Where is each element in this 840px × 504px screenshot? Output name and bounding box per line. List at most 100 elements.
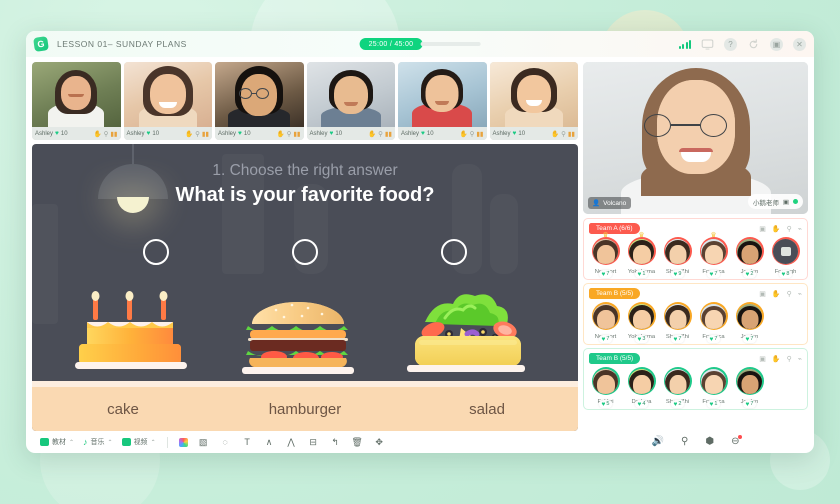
wifi-icon[interactable]: ⌁ — [798, 355, 802, 363]
team-member[interactable]: ♛ ♥7 Newport — [589, 232, 622, 278]
color-picker-icon[interactable] — [178, 437, 188, 447]
mic-icon[interactable]: ⚲ — [787, 290, 792, 298]
answer-label-cake[interactable]: cake — [32, 387, 214, 431]
student-card[interactable]: Ashley ♥ 10 ✋ ⚲ ▮▮ — [398, 62, 487, 140]
member-score: ♥ 2 — [742, 270, 757, 278]
microphone-icon[interactable]: ⚲ — [681, 436, 688, 447]
music-menu[interactable]: ♪ 音乐 ⌃ — [83, 437, 113, 447]
answer-option-hamburger[interactable] — [291, 239, 318, 265]
chart-icon[interactable]: ▮▮ — [293, 130, 300, 138]
teacher-video[interactable]: 👤 Volcano 小鹅老师 ▣ — [583, 62, 808, 214]
refresh-icon[interactable] — [747, 38, 760, 51]
mic-icon[interactable]: ⚲ — [787, 355, 792, 363]
team-member[interactable]: ♥3 Yokahama — [625, 302, 658, 343]
hand-icon[interactable]: ✋ — [93, 130, 101, 138]
student-gem-count: 10 — [335, 130, 343, 137]
mic-icon[interactable]: ⚲ — [787, 225, 792, 233]
team-member[interactable]: ♥7 Jordan — [733, 302, 766, 343]
team-member[interactable]: ♛ ♥1 Yokahama — [625, 232, 658, 278]
close-icon[interactable]: ✕ — [793, 37, 806, 51]
team-member[interactable]: ♥7 Fonseca — [697, 302, 730, 343]
screen-share-icon[interactable] — [701, 38, 714, 51]
mic-icon[interactable]: ⚲ — [561, 130, 566, 138]
answer-option-salad[interactable] — [440, 239, 467, 265]
avatar — [627, 367, 656, 395]
hand-icon[interactable]: ✋ — [772, 290, 781, 298]
hand-icon[interactable]: ✋ — [459, 130, 467, 138]
student-video — [398, 62, 487, 127]
text-icon[interactable]: T — [241, 437, 254, 447]
student-name: Ashley — [401, 130, 420, 137]
student-video — [215, 62, 304, 127]
crown-icon: ♛ — [602, 232, 609, 239]
camera-icon[interactable]: ⬢ — [705, 436, 714, 447]
signal-bars-icon — [678, 39, 691, 49]
student-card[interactable]: Ashley ♥ 10 ✋ ⚲ ▮▮ — [215, 62, 304, 140]
student-gem-count: 10 — [426, 130, 434, 137]
wifi-icon[interactable]: ⌁ — [798, 290, 802, 298]
team-member[interactable]: ♥2 Jordan — [733, 237, 766, 278]
teacher-name: Volcano — [603, 199, 627, 207]
team-tag: Team A (6/6) — [589, 223, 640, 234]
wifi-icon[interactable]: ⌁ — [798, 225, 802, 233]
screen-icon[interactable]: ▣ — [759, 290, 766, 298]
speaker-icon[interactable]: 🔊 — [652, 436, 664, 447]
mic-icon[interactable]: ⚲ — [287, 130, 292, 138]
mic-icon[interactable]: ⚲ — [195, 130, 200, 138]
chart-icon[interactable]: ▮▮ — [202, 130, 209, 138]
team-member[interactable]: ♥9 Shen Zhi — [661, 237, 694, 278]
move-icon[interactable]: ✥ — [373, 437, 386, 448]
student-card[interactable]: Ashley ♥ 10 ✋ ⚲ ▮▮ — [32, 62, 121, 140]
student-card[interactable]: Ashley ♥ 10 ✋ ⚲ ▮▮ — [489, 62, 578, 140]
answer-label-salad[interactable]: salad — [396, 387, 578, 431]
chart-icon[interactable]: ▮▮ — [568, 130, 575, 138]
screen-icon[interactable]: ▣ — [759, 225, 766, 233]
team-member[interactable]: ♥7 Newport — [589, 302, 622, 343]
team-member[interactable]: ♥7 Shen Zhi — [661, 302, 694, 343]
rectangle-icon[interactable]: ⊟ — [307, 437, 320, 448]
hand-icon[interactable]: ✋ — [772, 225, 781, 233]
mic-icon[interactable]: ⚲ — [378, 130, 383, 138]
undo-icon[interactable]: ↰ — [329, 437, 342, 448]
hand-icon[interactable]: ✋ — [276, 130, 284, 138]
minimize-icon[interactable]: ▣ — [770, 37, 783, 51]
screen-icon[interactable]: ▣ — [759, 355, 766, 363]
chat-icon[interactable]: ⊖ — [731, 434, 743, 447]
team-header: Team B (5/5) ▣ ✋ ⚲ ⌁ — [589, 288, 802, 299]
shape-icon[interactable]: ◌ — [219, 437, 232, 447]
team-member[interactable]: ♥2 Shen Zhi — [661, 367, 694, 408]
chart-icon[interactable]: ▮▮ — [385, 130, 392, 138]
eraser-icon[interactable]: ▧ — [197, 437, 210, 448]
student-card[interactable]: Ashley ♥ 10 ✋ ⚲ ▮▮ — [123, 62, 212, 140]
answer-option-cake[interactable] — [143, 239, 170, 265]
delete-icon[interactable]: 🗑 — [351, 437, 364, 448]
team-member[interactable]: ♥1 Fonseca — [697, 367, 730, 408]
highlighter-icon[interactable]: ⋀ — [285, 437, 298, 448]
hand-icon[interactable]: ✋ — [551, 130, 559, 138]
mic-muted-icon[interactable]: ⚲ — [104, 130, 109, 138]
hand-icon[interactable]: ✋ — [772, 355, 781, 363]
team-member[interactable]: ♥7 Jordan — [733, 367, 766, 408]
video-label: 视频 — [133, 439, 148, 446]
mic-icon[interactable]: ⚲ — [470, 130, 475, 138]
video-icon — [121, 438, 131, 446]
help-icon[interactable]: ? — [724, 37, 737, 51]
student-card[interactable]: Ashley ♥ 10 ✋ ⚲ ▮▮ — [306, 62, 395, 140]
answer-label-hamburger[interactable]: hamburger — [214, 387, 396, 431]
team-member[interactable]: ♥4 Dedova — [625, 367, 658, 408]
team-count: (5/5) — [619, 290, 634, 297]
video-menu[interactable]: 视频 ⌃ — [121, 437, 156, 447]
hand-icon[interactable]: ✋ — [368, 130, 376, 138]
team-member[interactable]: ♥8 Forough — [769, 237, 802, 278]
avatar — [663, 302, 692, 330]
screen-icon[interactable]: ▣ — [783, 198, 789, 206]
hand-icon[interactable]: ✋ — [185, 130, 193, 138]
student-gem-count: 10 — [518, 130, 526, 137]
team-member[interactable]: ♥5 Fakhri — [589, 367, 622, 408]
pen-icon[interactable]: ∧ — [263, 437, 276, 448]
avatar — [771, 237, 800, 265]
chart-icon[interactable]: ▮▮ — [110, 130, 117, 138]
courseware-menu[interactable]: 教材 ⌃ — [40, 437, 74, 447]
team-member[interactable]: ♛ ♥7 Fonseca — [697, 232, 730, 278]
chart-icon[interactable]: ▮▮ — [476, 130, 483, 138]
